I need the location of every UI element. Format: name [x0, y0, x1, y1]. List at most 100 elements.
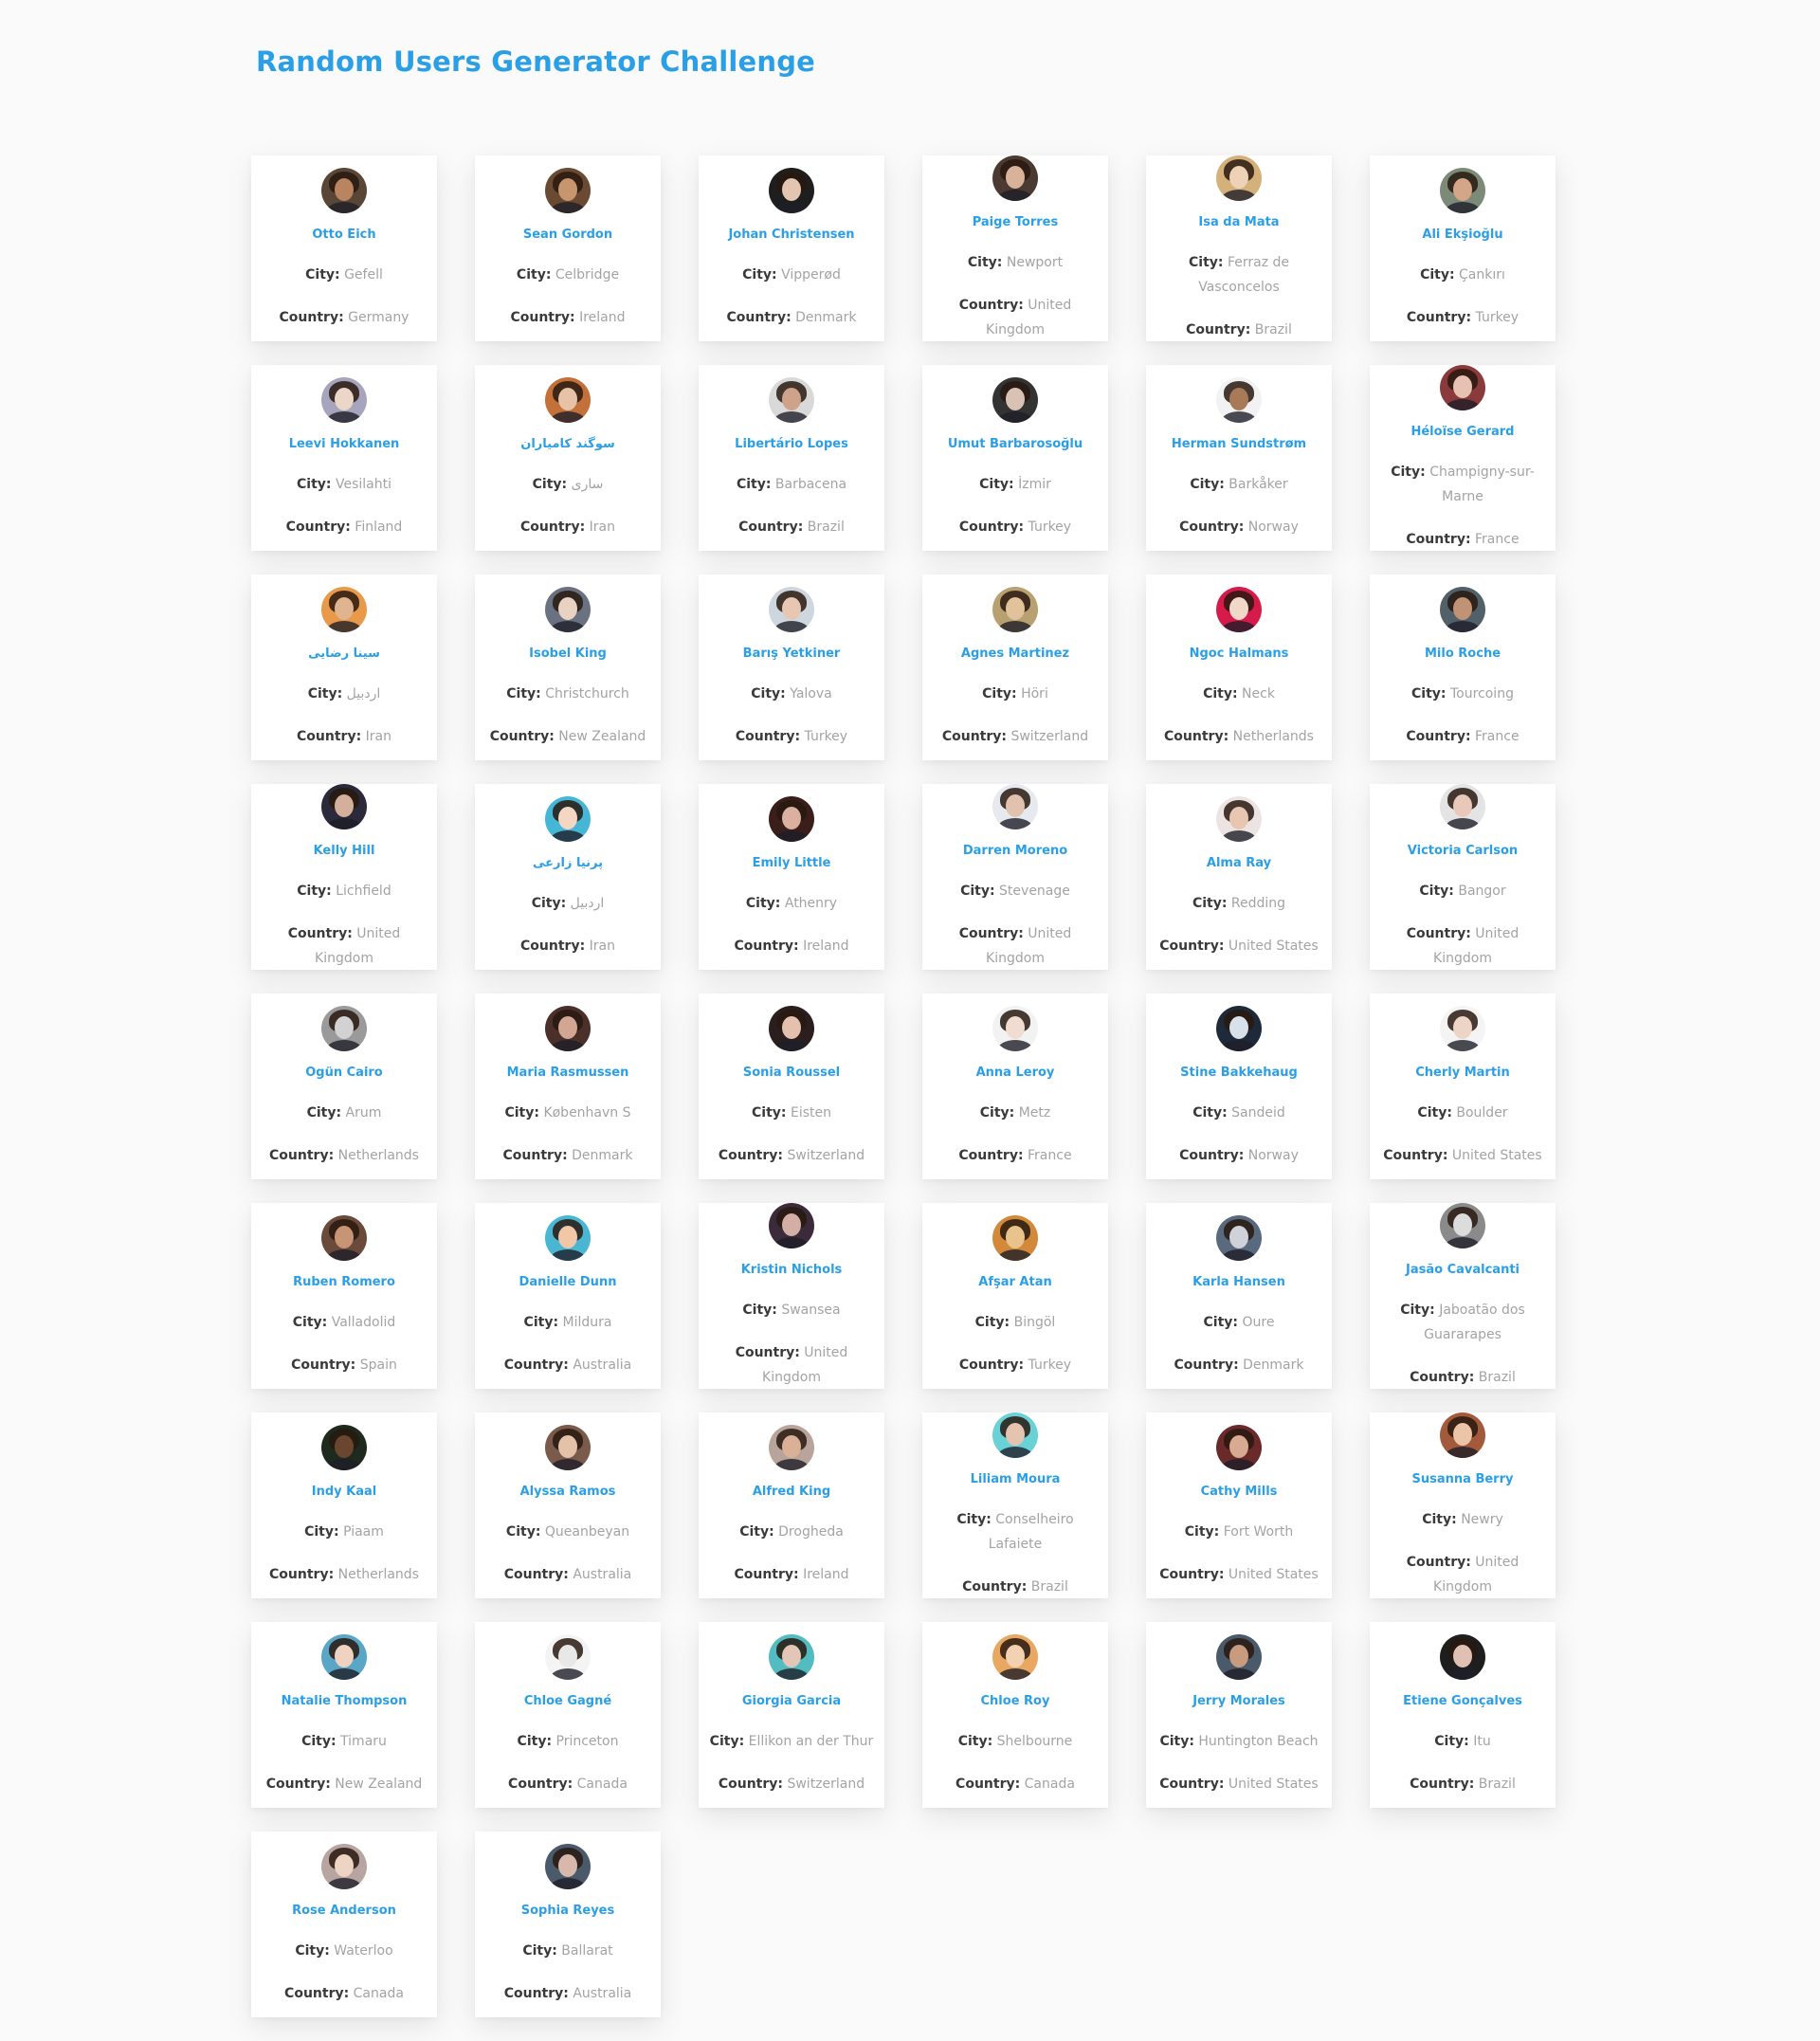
user-card[interactable]: Héloïse Gerard City: Champigny-sur-Marne…	[1370, 364, 1556, 551]
user-card[interactable]: Alyssa Ramos City: Queanbeyan Country: A…	[475, 1412, 661, 1598]
user-city: City: Conselheiro Lafaiete	[932, 1507, 1099, 1557]
user-card[interactable]: Liliam Moura City: Conselheiro Lafaiete …	[922, 1412, 1108, 1598]
country-value: Turkey	[804, 728, 848, 744]
country-value: Ireland	[803, 1566, 849, 1582]
user-card[interactable]: Libertário Lopes City: Barbacena Country…	[699, 365, 884, 551]
avatar	[321, 1633, 367, 1680]
user-card[interactable]: Ngoc Halmans City: Neck Country: Netherl…	[1146, 574, 1332, 760]
user-card[interactable]: Indy Kaal City: Piaam Country: Netherlan…	[251, 1412, 437, 1598]
city-label: City:	[1203, 1314, 1239, 1330]
user-city: City: Boulder	[1417, 1101, 1507, 1125]
user-card[interactable]: Natalie Thompson City: Timaru Country: N…	[251, 1622, 437, 1808]
user-name: Ruben Romero	[293, 1274, 395, 1289]
user-country: Country: Switzerland	[719, 1772, 864, 1796]
user-card[interactable]: Jerry Morales City: Huntington Beach Cou…	[1146, 1622, 1332, 1808]
user-city: City: Itu	[1434, 1729, 1490, 1754]
city-value: اردبیل	[570, 895, 605, 911]
user-card[interactable]: Chloe Roy City: Shelbourne Country: Cana…	[922, 1622, 1108, 1808]
user-card[interactable]: Emily Little City: Athenry Country: Irel…	[699, 784, 884, 970]
avatar	[545, 1214, 591, 1261]
user-card[interactable]: Ogün Cairo City: Arum Country: Netherlan…	[251, 993, 437, 1179]
user-card[interactable]: Afşar Atan City: Bingöl Country: Turkey	[922, 1203, 1108, 1389]
city-value: Eisten	[790, 1104, 831, 1121]
user-city: City: Timaru	[301, 1729, 387, 1754]
user-card[interactable]: Victoria Carlson City: Bangor Country: U…	[1370, 783, 1556, 970]
user-country: Country: Ireland	[510, 305, 625, 330]
user-card[interactable]: Umut Barbarosoğlu City: İzmir Country: T…	[922, 365, 1108, 551]
avatar	[321, 1214, 367, 1261]
user-card[interactable]: Kelly Hill City: Lichfield Country: Unit…	[251, 783, 437, 970]
user-country: Country: Iran	[520, 515, 615, 539]
user-card[interactable]: Cathy Mills City: Fort Worth Country: Un…	[1146, 1412, 1332, 1598]
user-card[interactable]: Sonia Roussel City: Eisten Country: Swit…	[699, 993, 884, 1179]
city-label: City:	[532, 476, 568, 492]
user-name: Paige Torres	[972, 214, 1059, 229]
user-name: Maria Rasmussen	[506, 1065, 629, 1080]
user-name: Ngoc Halmans	[1189, 646, 1289, 661]
city-value: Huntington Beach	[1198, 1733, 1319, 1749]
country-label: Country:	[1406, 531, 1471, 547]
page-title: Random Users Generator Challenge	[256, 46, 816, 78]
user-card[interactable]: Leevi Hokkanen City: Vesilahti Country: …	[251, 365, 437, 551]
city-value: Swansea	[781, 1302, 841, 1318]
user-card[interactable]: Paige Torres City: Newport Country: Unit…	[922, 155, 1108, 341]
avatar	[769, 586, 814, 632]
user-card[interactable]: Kristin Nichols City: Swansea Country: U…	[699, 1202, 884, 1389]
user-card[interactable]: Danielle Dunn City: Mildura Country: Aus…	[475, 1203, 661, 1389]
user-card[interactable]: Herman Sundstrøm City: Barkåker Country:…	[1146, 365, 1332, 551]
city-label: City:	[956, 1511, 992, 1527]
user-country: Country: Denmark	[503, 1143, 633, 1168]
user-card[interactable]: Alma Ray City: Redding Country: United S…	[1146, 784, 1332, 970]
avatar	[321, 1005, 367, 1051]
user-card[interactable]: Sean Gordon City: Celbridge Country: Ire…	[475, 155, 661, 341]
user-card[interactable]: Johan Christensen City: Vipperød Country…	[699, 155, 884, 341]
user-card[interactable]: Etiene Gonçalves City: Itu Country: Braz…	[1370, 1622, 1556, 1808]
user-card[interactable]: Chloe Gagné City: Princeton Country: Can…	[475, 1622, 661, 1808]
user-card[interactable]: Isa da Mata City: Ferraz de Vasconcelos …	[1146, 155, 1332, 341]
city-label: City:	[505, 1523, 541, 1540]
city-label: City:	[506, 685, 541, 702]
user-card[interactable]: Maria Rasmussen City: København S Countr…	[475, 993, 661, 1179]
user-card[interactable]: Anna Leroy City: Metz Country: France	[922, 993, 1108, 1179]
user-card[interactable]: Darren Moreno City: Stevenage Country: U…	[922, 783, 1108, 970]
user-card[interactable]: Karla Hansen City: Oure Country: Denmark	[1146, 1203, 1332, 1389]
user-card[interactable]: Otto Eich City: Gefell Country: Germany	[251, 155, 437, 341]
user-card[interactable]: Agnes Martinez City: Höri Country: Switz…	[922, 574, 1108, 760]
user-card[interactable]: Isobel King City: Christchurch Country: …	[475, 574, 661, 760]
user-card[interactable]: Jasão Cavalcanti City: Jaboatão dos Guar…	[1370, 1202, 1556, 1389]
city-value: Valladolid	[331, 1314, 396, 1330]
country-value: Iran	[589, 519, 615, 535]
user-card[interactable]: Giorgia Garcia City: Ellikon an der Thur…	[699, 1622, 884, 1808]
city-label: City:	[979, 476, 1014, 492]
user-card[interactable]: Rose Anderson City: Waterloo Country: Ca…	[251, 1831, 437, 2017]
user-card[interactable]: Sophia Reyes City: Ballarat Country: Aus…	[475, 1831, 661, 2017]
user-card[interactable]: سینا رضایی City: اردبیل Country: Iran	[251, 574, 437, 760]
user-card[interactable]: Susanna Berry City: Newry Country: Unite…	[1370, 1412, 1556, 1598]
user-city: City: Eisten	[752, 1101, 831, 1125]
city-label: City:	[979, 1104, 1015, 1121]
user-card[interactable]: Stine Bakkehaug City: Sandeid Country: N…	[1146, 993, 1332, 1179]
country-value: Netherlands	[337, 1566, 419, 1582]
user-card[interactable]: Cherly Martin City: Boulder Country: Uni…	[1370, 993, 1556, 1179]
user-city: City: Sandeid	[1192, 1101, 1285, 1125]
city-value: Metz	[1018, 1104, 1051, 1121]
user-country: Country: Finland	[286, 515, 403, 539]
user-card[interactable]: Milo Roche City: Tourcoing Country: Fran…	[1370, 574, 1556, 760]
avatar	[1216, 155, 1262, 201]
user-card[interactable]: Ali Ekşioğlu City: Çankırı Country: Turk…	[1370, 155, 1556, 341]
city-value: Arum	[345, 1104, 382, 1121]
avatar	[321, 586, 367, 632]
user-card[interactable]: سوگند کامیاران City: ساری Country: Iran	[475, 365, 661, 551]
country-label: Country:	[1186, 321, 1251, 337]
user-country: Country: Denmark	[727, 305, 857, 330]
user-card[interactable]: Barış Yetkiner City: Yalova Country: Tur…	[699, 574, 884, 760]
avatar	[321, 1843, 367, 1889]
user-card[interactable]: Alfred King City: Drogheda Country: Irel…	[699, 1412, 884, 1598]
country-label: Country:	[958, 1147, 1024, 1163]
user-name: Isa da Mata	[1198, 214, 1280, 229]
city-label: City:	[736, 476, 772, 492]
user-country: Country: Netherlands	[269, 1562, 419, 1587]
user-card[interactable]: پرنیا زارعی City: اردبیل Country: Iran	[475, 784, 661, 970]
country-label: Country:	[285, 519, 351, 535]
user-card[interactable]: Ruben Romero City: Valladolid Country: S…	[251, 1203, 437, 1389]
